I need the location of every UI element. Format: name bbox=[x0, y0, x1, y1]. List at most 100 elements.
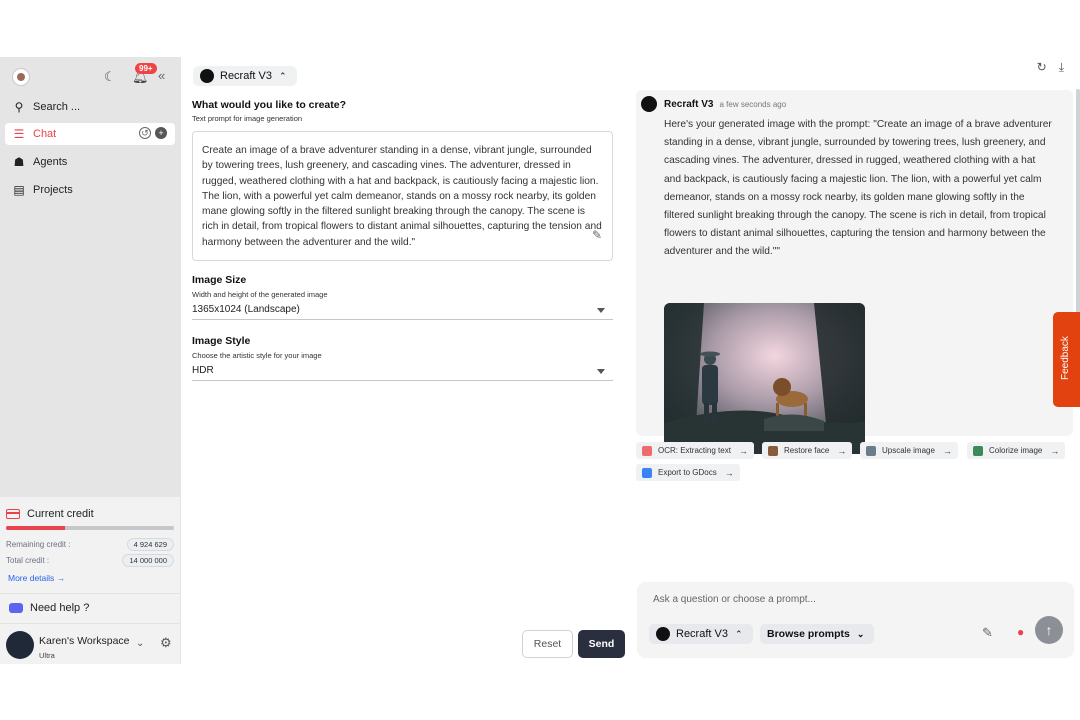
arrow-right-icon: → bbox=[56, 573, 66, 583]
more-details-label: More details bbox=[8, 573, 55, 583]
sidebar-item-label: Projects bbox=[33, 184, 73, 196]
sidebar-nav: ☾ 🔔︎ 99+ « ⚲ Search ... ☰ Chat ↺ + ☗ Age… bbox=[0, 57, 181, 497]
refresh-icon[interactable]: ↻ bbox=[1037, 60, 1047, 75]
prompt-title: What would you like to create? bbox=[192, 99, 347, 111]
arrow-right-icon: → bbox=[738, 445, 748, 456]
credit-title: Current credit bbox=[6, 508, 94, 520]
export-gdocs-button[interactable]: Export to GDocs → bbox=[636, 464, 740, 481]
arrow-right-icon: → bbox=[724, 467, 734, 478]
colorize-icon bbox=[973, 445, 983, 456]
generated-image[interactable] bbox=[664, 303, 865, 454]
theme-toggle-icon[interactable]: ☾ bbox=[104, 69, 116, 85]
send-message-button[interactable]: ↑ bbox=[1035, 616, 1063, 644]
microphone-icon[interactable]: ● bbox=[1017, 625, 1024, 639]
action-label: Colorize image bbox=[989, 446, 1043, 455]
model-selector[interactable]: Recraft V3 ⌃ bbox=[193, 66, 297, 86]
feedback-tab[interactable]: Feedback bbox=[1053, 312, 1080, 407]
credit-progress-bar bbox=[6, 526, 174, 530]
prompt-textarea[interactable]: Create an image of a brave adventurer st… bbox=[192, 131, 613, 261]
arrow-right-icon: → bbox=[1050, 445, 1060, 456]
magic-wand-icon[interactable]: ✎ bbox=[982, 625, 993, 641]
chevron-up-icon: ⌃ bbox=[734, 628, 743, 639]
gear-icon[interactable]: ⚙ bbox=[160, 635, 172, 651]
remaining-credit-label: Remaining credit : bbox=[6, 540, 71, 549]
search-icon: ⚲ bbox=[14, 100, 24, 114]
magic-wand-icon[interactable]: ✎ bbox=[592, 228, 602, 243]
workspace-name: Karen's Workspace bbox=[39, 635, 130, 647]
collapse-sidebar-icon[interactable]: « bbox=[158, 68, 165, 83]
new-chat-icon[interactable]: + bbox=[155, 127, 167, 139]
search-label: Search ... bbox=[33, 101, 81, 113]
sidebar-item-label: Chat bbox=[33, 128, 57, 140]
message-timestamp: a few seconds ago bbox=[719, 99, 787, 109]
recraft-logo-icon bbox=[200, 69, 214, 83]
image-size-select[interactable]: 1365x1024 (Landscape) bbox=[192, 302, 613, 320]
reset-button[interactable]: Reset bbox=[522, 630, 573, 658]
chat-model-selector[interactable]: Recraft V3 ⌃ bbox=[649, 624, 753, 644]
action-label: OCR: Extracting text bbox=[658, 446, 731, 455]
bot-name: Recraft V3 bbox=[664, 98, 714, 110]
sidebar-item-projects[interactable]: ▤ Projects bbox=[5, 179, 175, 201]
ocr-action-button[interactable]: OCR: Extracting text → bbox=[636, 442, 754, 459]
colorize-image-button[interactable]: Colorize image → bbox=[967, 442, 1066, 459]
send-button[interactable]: Send bbox=[578, 630, 625, 658]
action-label: Export to GDocs bbox=[658, 468, 717, 477]
workspace-switcher[interactable]: Karen's Workspace Ultra ⌄ ⚙ bbox=[0, 623, 181, 664]
bot-message: Recraft V3 a few seconds ago Here's your… bbox=[636, 90, 1073, 454]
remaining-credit-row: Remaining credit : 4 924 629 bbox=[6, 538, 174, 551]
image-style-select[interactable]: HDR bbox=[192, 363, 613, 381]
chat-input[interactable]: Ask a question or choose a prompt... bbox=[653, 594, 816, 605]
message-scrollbar[interactable] bbox=[1076, 89, 1080, 329]
action-label: Upscale image bbox=[882, 446, 935, 455]
image-size-value: 1365x1024 (Landscape) bbox=[192, 304, 300, 315]
remaining-credit-value: 4 924 629 bbox=[126, 538, 174, 551]
sidebar-item-agents[interactable]: ☗ Agents bbox=[5, 151, 175, 173]
panel-toolbar: ↻ ⤓ bbox=[1037, 60, 1064, 75]
sidebar: ☾ 🔔︎ 99+ « ⚲ Search ... ☰ Chat ↺ + ☗ Age… bbox=[0, 57, 181, 664]
prompt-subtitle: Text prompt for image generation bbox=[192, 114, 303, 123]
download-icon[interactable]: ⤓ bbox=[1059, 60, 1064, 75]
message-header: Recraft V3 a few seconds ago bbox=[641, 96, 786, 112]
conversation-panel: ↻ ⤓ Recraft V3 a few seconds ago Here's … bbox=[631, 57, 1080, 664]
credit-card-icon bbox=[6, 509, 20, 519]
history-icon[interactable]: ↺ bbox=[139, 127, 151, 139]
help-label: Need help ? bbox=[30, 601, 90, 614]
credit-progress-fill bbox=[6, 526, 65, 530]
google-docs-icon bbox=[642, 467, 652, 478]
total-credit-row: Total credit : 14 000 000 bbox=[6, 554, 174, 567]
browse-prompts-label: Browse prompts bbox=[767, 628, 850, 640]
chevron-down-icon[interactable]: ⌄ bbox=[136, 638, 144, 649]
sidebar-item-chat[interactable]: ☰ Chat ↺ + bbox=[5, 123, 175, 145]
arrow-right-icon: → bbox=[837, 445, 847, 456]
restore-face-icon bbox=[768, 445, 778, 456]
chat-input-area: Ask a question or choose a prompt... Rec… bbox=[637, 582, 1074, 658]
help-button[interactable]: Need help ? bbox=[0, 593, 181, 621]
chat-model-name: Recraft V3 bbox=[676, 628, 728, 640]
image-generation-form: Recraft V3 ⌃ What would you like to crea… bbox=[181, 57, 631, 664]
image-style-title: Image Style bbox=[192, 335, 251, 347]
message-text: Here's your generated image with the pro… bbox=[664, 119, 1052, 258]
image-size-title: Image Size bbox=[192, 274, 247, 286]
user-avatar[interactable] bbox=[12, 68, 30, 86]
restore-face-button[interactable]: Restore face → bbox=[762, 442, 853, 459]
arrow-right-icon: → bbox=[942, 445, 952, 456]
search-button[interactable]: ⚲ Search ... bbox=[5, 96, 175, 118]
discord-icon bbox=[9, 602, 23, 613]
feedback-label: Feedback bbox=[1060, 336, 1071, 380]
chevron-down-icon: ⌄ bbox=[856, 628, 865, 639]
more-details-link[interactable]: More details → bbox=[8, 573, 65, 583]
model-name: Recraft V3 bbox=[220, 70, 272, 82]
image-style-value: HDR bbox=[192, 365, 214, 376]
sidebar-item-label: Agents bbox=[33, 156, 68, 168]
browse-prompts-button[interactable]: Browse prompts ⌄ bbox=[760, 624, 875, 644]
caret-down-icon bbox=[597, 308, 605, 313]
workspace-avatar bbox=[6, 631, 34, 659]
recraft-logo-icon bbox=[641, 96, 657, 112]
recraft-logo-icon bbox=[656, 627, 670, 641]
upscale-image-button[interactable]: Upscale image → bbox=[860, 442, 958, 459]
ocr-icon bbox=[642, 445, 652, 456]
chevron-up-icon: ⌃ bbox=[278, 70, 287, 81]
app-window: ☾ 🔔︎ 99+ « ⚲ Search ... ☰ Chat ↺ + ☗ Age… bbox=[0, 57, 1080, 664]
upscale-icon bbox=[866, 445, 876, 456]
clipboard-icon: ▤ bbox=[13, 183, 25, 197]
